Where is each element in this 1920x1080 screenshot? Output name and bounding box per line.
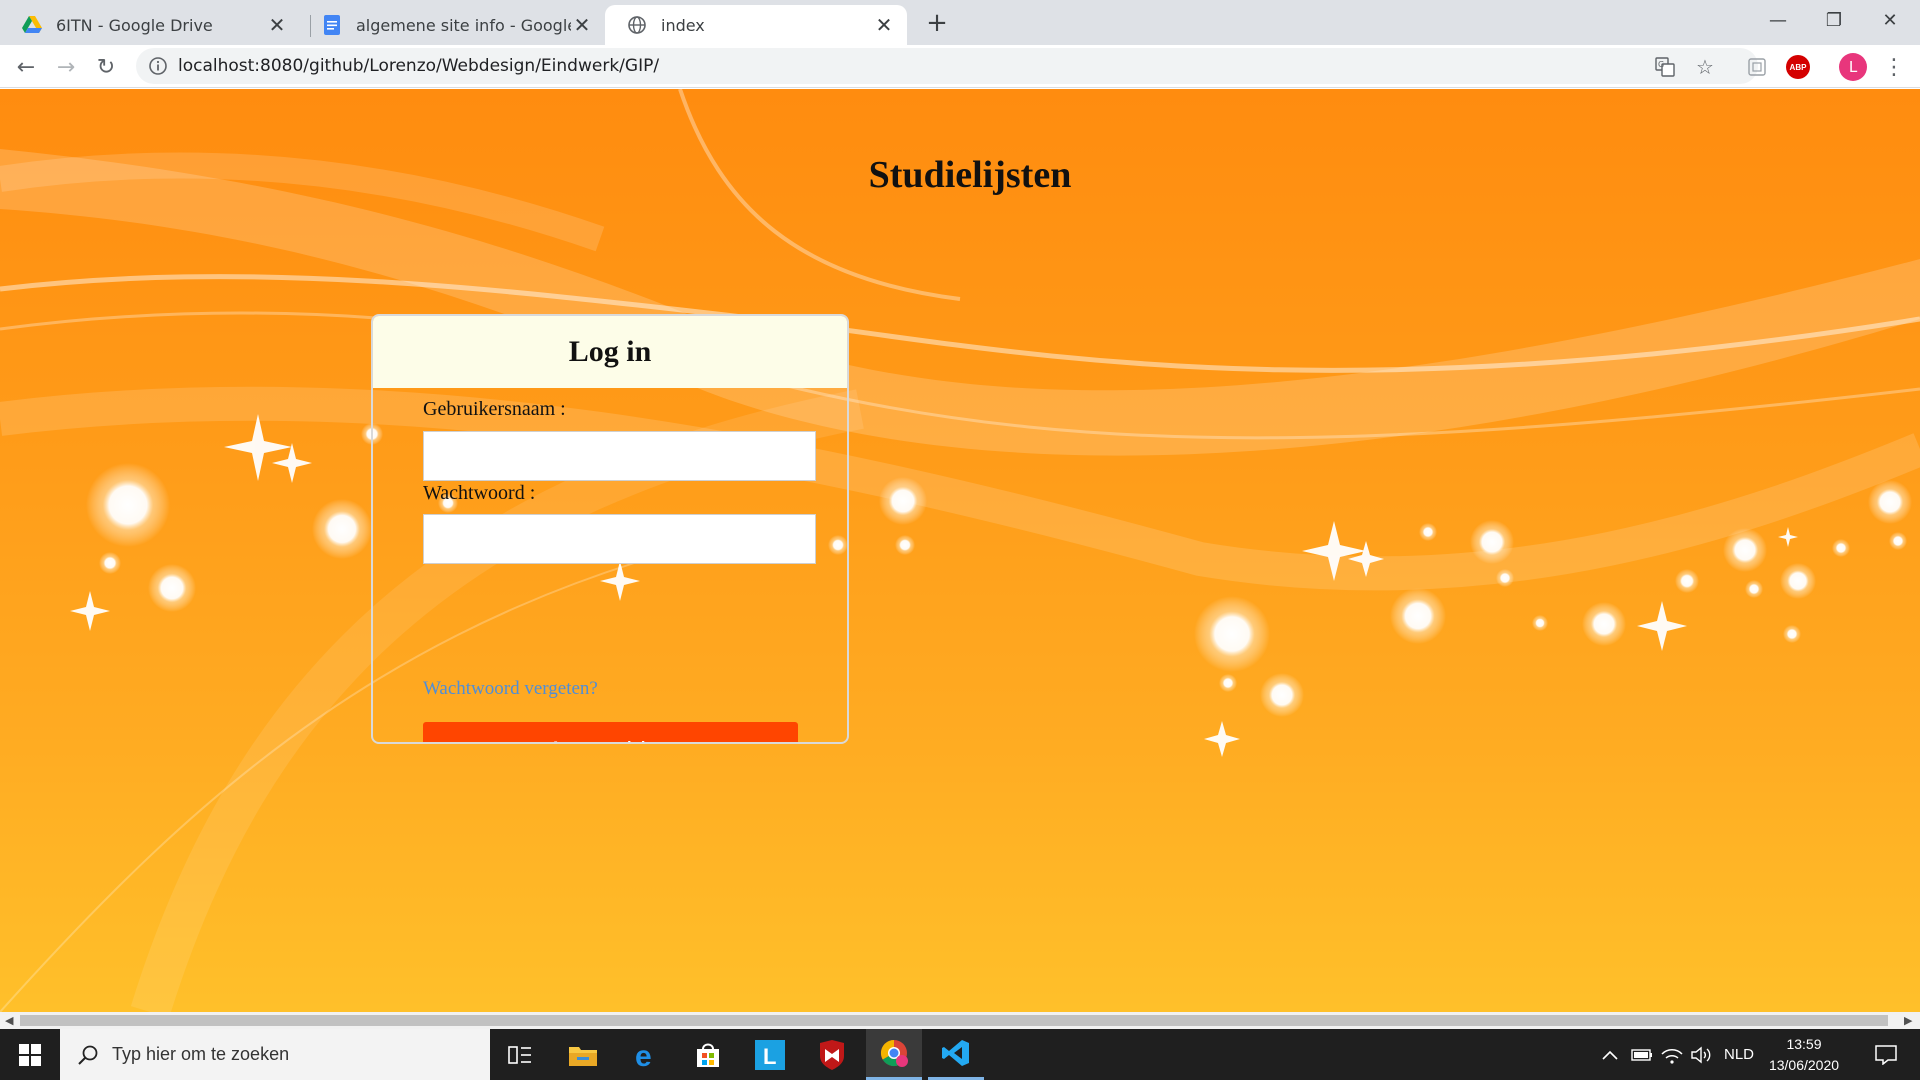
forgot-password-link[interactable]: Wachtwoord vergeten? bbox=[423, 678, 598, 700]
close-tab-icon[interactable]: ✕ bbox=[266, 13, 288, 37]
translate-icon[interactable]: G bbox=[1654, 56, 1676, 78]
decorative-background bbox=[0, 89, 1920, 1012]
taskbar-search[interactable]: Typ hier om te zoeken bbox=[60, 1029, 490, 1080]
vscode-icon[interactable] bbox=[928, 1029, 984, 1080]
profile-avatar[interactable]: L bbox=[1839, 53, 1867, 81]
address-bar[interactable]: localhost:8080/github/Lorenzo/Webdesign/… bbox=[136, 48, 1758, 84]
tab-title: 6ITN - Google Drive bbox=[56, 15, 213, 35]
restore-button[interactable]: ❐ bbox=[1806, 0, 1862, 40]
page-title: Studielijsten bbox=[868, 154, 1072, 196]
edge-icon[interactable]: e bbox=[618, 1029, 674, 1080]
url-text[interactable]: localhost:8080/github/Lorenzo/Webdesign/… bbox=[178, 56, 659, 76]
close-window-button[interactable]: ✕ bbox=[1862, 0, 1918, 40]
language-indicator[interactable]: NLD bbox=[1718, 1029, 1760, 1080]
login-submit-button[interactable]: Aanmelden bbox=[423, 722, 798, 742]
tab-google-drive[interactable]: 6ITN - Google Drive ✕ bbox=[0, 5, 300, 45]
mcafee-icon[interactable] bbox=[804, 1029, 860, 1080]
password-label: Wachtwoord : bbox=[423, 482, 536, 504]
tab-google-docs[interactable]: algemene site info - Google Docs ✕ bbox=[300, 5, 605, 45]
extension-icon[interactable] bbox=[1745, 55, 1769, 79]
forward-button[interactable]: → bbox=[50, 51, 82, 83]
password-input[interactable] bbox=[423, 514, 816, 564]
action-center-icon[interactable] bbox=[1862, 1029, 1910, 1080]
task-view-icon[interactable] bbox=[492, 1029, 548, 1080]
search-icon bbox=[78, 1045, 98, 1065]
scroll-left-icon[interactable]: ◀ bbox=[5, 1014, 13, 1027]
svg-text:L: L bbox=[763, 1044, 776, 1069]
windows-taskbar: Typ hier om te zoeken e L NLD 13:59 13/0… bbox=[0, 1029, 1920, 1080]
tab-index[interactable]: index ✕ bbox=[605, 5, 907, 45]
login-panel: Log in Gebruikersnaam : Wachtwoord : Wac… bbox=[371, 314, 849, 744]
l-app-icon[interactable]: L bbox=[742, 1029, 798, 1080]
search-placeholder: Typ hier om te zoeken bbox=[112, 1044, 290, 1064]
new-tab-button[interactable]: + bbox=[922, 8, 952, 38]
scroll-right-icon[interactable]: ▶ bbox=[1904, 1014, 1912, 1027]
store-icon[interactable] bbox=[680, 1029, 736, 1080]
username-label: Gebruikersnaam : bbox=[423, 398, 566, 420]
google-docs-icon bbox=[322, 15, 342, 35]
clock-date: 13/06/2020 bbox=[1768, 1057, 1840, 1073]
tab-title: algemene site info - Google Docs bbox=[356, 15, 571, 35]
start-button[interactable] bbox=[0, 1029, 60, 1080]
info-icon[interactable] bbox=[148, 56, 168, 76]
reload-button[interactable]: ↻ bbox=[90, 51, 122, 83]
back-button[interactable]: ← bbox=[10, 51, 42, 83]
wifi-icon[interactable] bbox=[1658, 1029, 1686, 1080]
file-explorer-icon[interactable] bbox=[555, 1029, 611, 1080]
tab-title: index bbox=[661, 15, 705, 35]
windows-logo-icon bbox=[19, 1043, 41, 1066]
page-viewport: Studielijsten Log in Gebruikersnaam : Wa… bbox=[0, 89, 1920, 1012]
tab-strip: 6ITN - Google Drive ✕ algemene site info… bbox=[0, 0, 1920, 45]
bookmark-star-icon[interactable]: ☆ bbox=[1694, 55, 1716, 79]
globe-icon bbox=[627, 15, 647, 35]
battery-icon[interactable] bbox=[1628, 1029, 1656, 1080]
adblock-plus-icon[interactable]: ABP bbox=[1786, 55, 1810, 79]
chrome-icon[interactable] bbox=[866, 1029, 922, 1080]
login-heading: Log in bbox=[373, 316, 847, 388]
browser-menu-icon[interactable]: ⋮ bbox=[1882, 53, 1906, 81]
svg-text:e: e bbox=[635, 1041, 652, 1069]
close-tab-icon[interactable]: ✕ bbox=[571, 13, 593, 37]
horizontal-scrollbar[interactable]: ◀ ▶ bbox=[0, 1012, 1920, 1029]
close-tab-icon[interactable]: ✕ bbox=[873, 13, 895, 37]
volume-icon[interactable] bbox=[1688, 1029, 1716, 1080]
svg-text:G: G bbox=[1658, 60, 1664, 69]
show-hidden-icons[interactable] bbox=[1598, 1029, 1622, 1080]
username-input[interactable] bbox=[423, 431, 816, 481]
browser-toolbar: ← → ↻ localhost:8080/github/Lorenzo/Webd… bbox=[0, 45, 1920, 88]
clock-time: 13:59 bbox=[1786, 1036, 1822, 1052]
taskbar-clock[interactable]: 13:59 13/06/2020 bbox=[1762, 1034, 1846, 1076]
google-drive-icon bbox=[22, 15, 42, 35]
scrollbar-thumb[interactable] bbox=[20, 1015, 1888, 1026]
minimize-button[interactable]: — bbox=[1750, 0, 1806, 40]
